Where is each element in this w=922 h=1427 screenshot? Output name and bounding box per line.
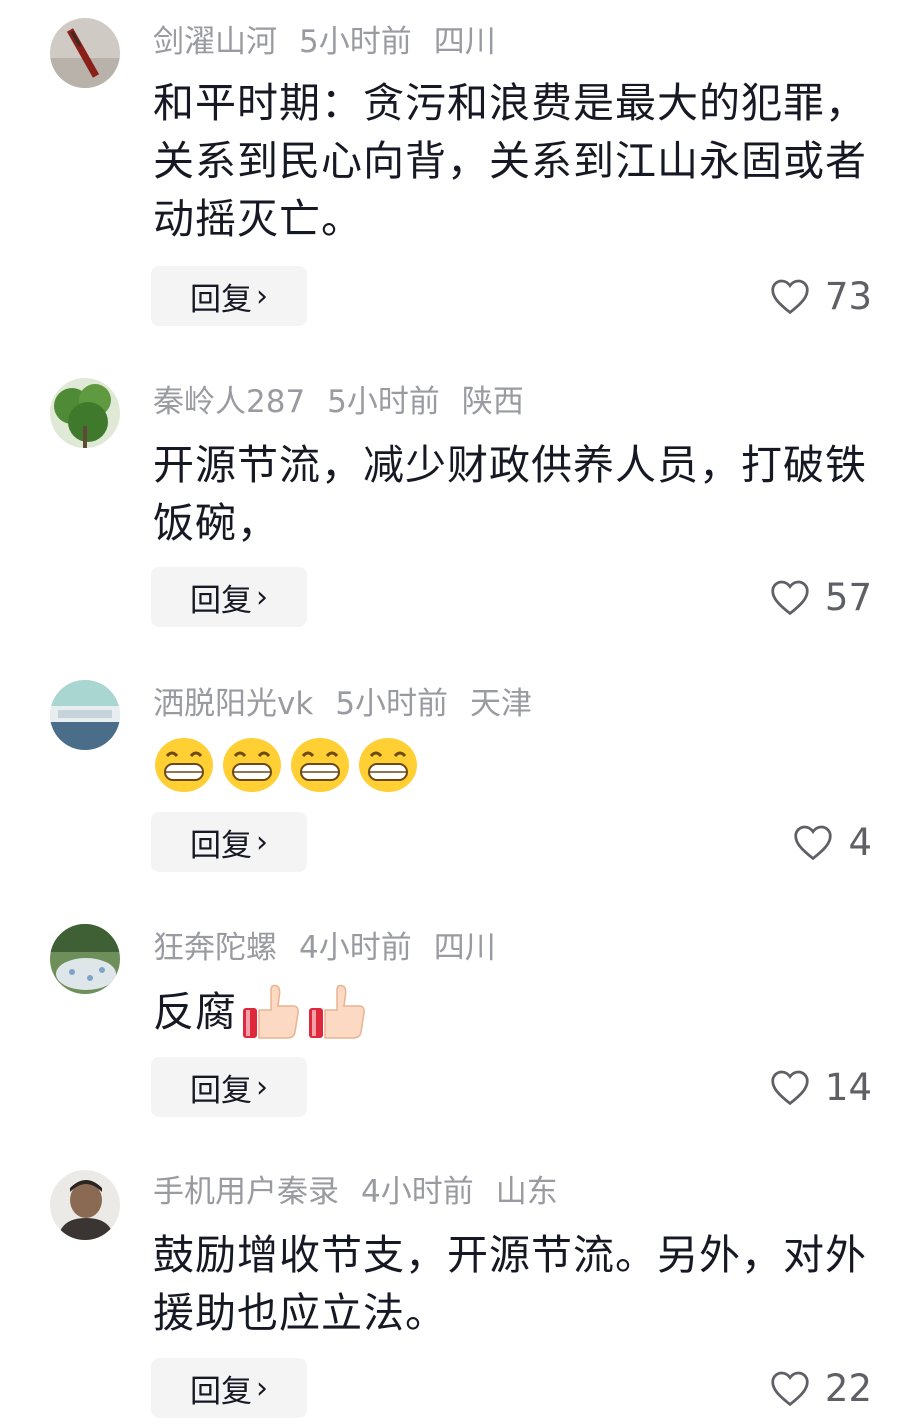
chevron-right-icon: › <box>256 824 268 860</box>
grin-emoji-icon <box>359 738 417 792</box>
location: 四川 <box>433 24 496 60</box>
reply-label: 回复 <box>190 582 252 619</box>
comment-emojis <box>153 736 419 794</box>
comment-text: 反腐 <box>153 982 873 1042</box>
heart-icon <box>771 580 809 616</box>
comment-text-content: 反腐 <box>153 988 237 1036</box>
location: 山东 <box>495 1174 558 1210</box>
comment-text: 开源节流，减少财政供养人员，打破铁饭碗， <box>153 441 867 547</box>
heart-icon <box>771 1371 809 1407</box>
timestamp: 4小时前 <box>299 930 412 966</box>
username[interactable]: 洒脱阳光vk <box>153 686 313 722</box>
thumbs-up-emoji-icon <box>243 984 299 1039</box>
reply-button[interactable]: 回复 › <box>151 1057 307 1117</box>
avatar[interactable] <box>50 924 120 994</box>
heart-icon <box>771 279 809 315</box>
username[interactable]: 秦岭人287 <box>153 384 305 420</box>
like-count: 14 <box>824 1065 872 1109</box>
avatar[interactable] <box>50 1170 120 1240</box>
chevron-right-icon: › <box>256 579 268 615</box>
chevron-right-icon: › <box>256 278 268 314</box>
avatar[interactable] <box>50 680 120 750</box>
like-button[interactable]: 57 <box>769 567 872 627</box>
reply-label: 回复 <box>190 827 252 864</box>
reply-button[interactable]: 回复 › <box>151 812 307 872</box>
location: 四川 <box>433 930 496 966</box>
username[interactable]: 剑濯山河 <box>153 24 277 60</box>
avatar[interactable] <box>50 378 120 448</box>
heart-icon <box>771 1070 809 1106</box>
like-button[interactable]: 4 <box>792 812 872 872</box>
like-button[interactable]: 73 <box>769 266 872 326</box>
comment-text: 鼓励增收节支，开源节流。另外，对外援助也应立法。 <box>153 1231 867 1337</box>
reply-label: 回复 <box>190 1072 252 1109</box>
reply-label: 回复 <box>190 281 252 318</box>
location: 陕西 <box>461 384 524 420</box>
grin-emoji-icon <box>155 738 213 792</box>
reply-button[interactable]: 回复 › <box>151 1358 307 1418</box>
location: 天津 <box>470 686 533 722</box>
grin-emoji-icon <box>223 738 281 792</box>
like-count: 4 <box>848 820 872 864</box>
like-count: 22 <box>824 1366 872 1410</box>
like-button[interactable]: 22 <box>769 1358 872 1418</box>
comment-meta: 秦岭人287 5小时前 陕西 <box>153 382 546 422</box>
timestamp: 5小时前 <box>335 686 449 722</box>
reply-label: 回复 <box>190 1373 252 1410</box>
timestamp: 5小时前 <box>299 24 412 60</box>
thumbs-up-emoji-icon <box>309 984 365 1039</box>
comment-text: 和平时期：贪污和浪费是最大的犯罪，关系到民心向背，关系到江山永固或者动摇灭亡。 <box>153 79 867 243</box>
reply-button[interactable]: 回复 › <box>151 567 307 627</box>
chevron-right-icon: › <box>256 1069 268 1105</box>
username[interactable]: 手机用户秦录 <box>153 1174 339 1210</box>
like-count: 73 <box>824 274 872 318</box>
chevron-right-icon: › <box>256 1370 268 1406</box>
avatar[interactable] <box>50 18 120 88</box>
heart-icon <box>794 825 833 861</box>
comment-meta: 狂奔陀螺 4小时前 四川 <box>153 928 518 968</box>
username[interactable]: 狂奔陀螺 <box>153 930 277 966</box>
timestamp: 4小时前 <box>361 1174 474 1210</box>
comment-meta: 手机用户秦录 4小时前 山东 <box>153 1172 580 1212</box>
grin-emoji-icon <box>291 738 349 792</box>
like-button[interactable]: 14 <box>769 1057 872 1117</box>
comment-meta: 剑濯山河 5小时前 四川 <box>153 22 518 62</box>
comment-meta: 洒脱阳光vk 5小时前 天津 <box>153 684 554 724</box>
reply-button[interactable]: 回复 › <box>151 266 307 326</box>
timestamp: 5小时前 <box>327 384 440 420</box>
like-count: 57 <box>824 575 872 619</box>
